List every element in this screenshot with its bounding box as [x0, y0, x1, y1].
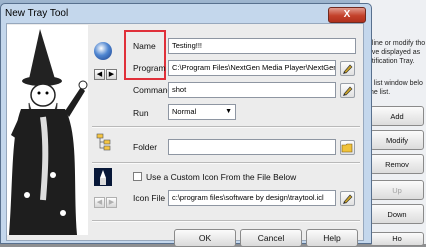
- run-label: Run: [133, 108, 149, 118]
- next-icon-arrow[interactable]: ▶: [106, 197, 117, 208]
- divider: [92, 126, 360, 128]
- remove-button[interactable]: Remov: [370, 154, 424, 174]
- edit-program-button[interactable]: [340, 61, 355, 76]
- ok-button[interactable]: OK: [174, 229, 236, 247]
- up-button[interactable]: Up: [370, 180, 424, 200]
- custom-icon-checkbox[interactable]: [133, 172, 142, 181]
- app-globe-icon: [94, 42, 112, 60]
- pencil-icon: [343, 86, 353, 96]
- background-description-line: ave displayed as: [368, 49, 421, 56]
- program-label: Program: [133, 63, 166, 73]
- folder-icon: [341, 143, 353, 153]
- dialog-title: New Tray Tool: [5, 8, 69, 19]
- next-icon-arrow[interactable]: ▶: [106, 69, 117, 80]
- name-field[interactable]: Testing!!!: [168, 38, 356, 54]
- folder-field[interactable]: [168, 139, 336, 155]
- name-label: Name: [133, 41, 156, 51]
- run-select-value: Normal: [172, 107, 197, 116]
- custom-icon-label: Use a Custom Icon From the File Below: [146, 172, 297, 182]
- wizard-thumbnail-icon: [100, 170, 106, 185]
- icon-file-label: Icon File: [133, 193, 166, 203]
- wizard-illustration: [7, 25, 88, 235]
- folder-tree-icon: [96, 133, 112, 151]
- chevron-down-icon: ▼: [225, 108, 232, 115]
- background-description-line: e list window belo: [368, 80, 423, 87]
- edit-icon-file-button[interactable]: [340, 191, 355, 206]
- divider: [92, 220, 360, 222]
- help-button[interactable]: Help: [306, 229, 358, 247]
- program-field[interactable]: C:\Program Files\NextGen Media Player\Ne…: [168, 60, 336, 76]
- previous-icon-arrow[interactable]: ◀: [94, 197, 105, 208]
- down-button[interactable]: Down: [370, 204, 424, 224]
- add-button[interactable]: Add: [370, 106, 424, 126]
- pencil-icon: [343, 64, 353, 74]
- background-description-line: otification Tray.: [368, 58, 415, 65]
- icon-file-field[interactable]: c:\program files\software by design\tray…: [168, 190, 336, 206]
- cancel-button[interactable]: Cancel: [240, 229, 302, 247]
- modify-button[interactable]: Modify: [370, 130, 424, 150]
- previous-icon-arrow[interactable]: ◀: [94, 69, 105, 80]
- background-description-line: eline or modify tho: [368, 40, 426, 47]
- run-select[interactable]: Normal ▼: [168, 104, 236, 120]
- folder-label: Folder: [133, 142, 158, 152]
- close-button[interactable]: X: [328, 7, 366, 23]
- divider: [92, 162, 360, 164]
- pencil-icon: [343, 194, 353, 204]
- icon-preview: [94, 168, 112, 186]
- browse-folder-button[interactable]: [340, 140, 355, 155]
- command-label: Command: [133, 85, 173, 95]
- command-field[interactable]: shot: [168, 82, 336, 98]
- edit-command-button[interactable]: [340, 83, 355, 98]
